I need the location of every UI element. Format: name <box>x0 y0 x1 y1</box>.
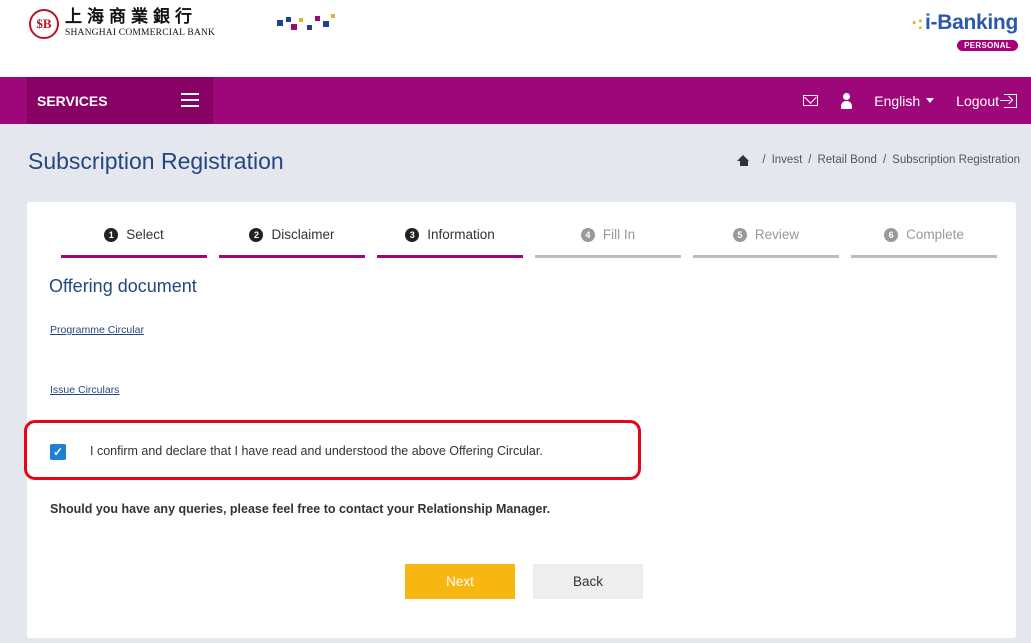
contact-note: Should you have any queries, please feel… <box>50 502 551 516</box>
bank-logo-mark: $B <box>29 9 59 39</box>
step-disclaimer: 2 Disclaimer <box>219 214 365 258</box>
programme-circular-link[interactable]: Programme Circular <box>50 324 144 336</box>
step-number-badge: 5 <box>732 227 747 242</box>
ibanking-badge: PERSONAL <box>957 40 1018 51</box>
user-icon <box>840 92 853 109</box>
bank-logo[interactable]: $B 上海商業銀行 SHANGHAI COMMERCIAL BANK <box>29 9 215 39</box>
main-navbar: SERVICES English Logout <box>0 77 1031 124</box>
logout-icon <box>1000 93 1017 108</box>
bank-name-chinese: 上海商業銀行 <box>65 7 197 28</box>
page-title: Subscription Registration <box>28 148 284 174</box>
logout-label: Logout <box>956 92 999 109</box>
step-review: 5 Review <box>693 214 839 258</box>
step-label: Fill In <box>602 227 636 242</box>
step-label: Select <box>126 227 164 242</box>
menu-icon[interactable] <box>181 93 199 107</box>
confirm-statement: I confirm and declare that I have read a… <box>90 444 543 458</box>
issue-circulars-link[interactable]: Issue Circulars <box>50 384 119 396</box>
breadcrumb-item-retail-bond[interactable]: Retail Bond <box>817 154 876 166</box>
breadcrumb-item-invest[interactable]: Invest <box>772 154 803 166</box>
step-number-badge: 6 <box>884 227 899 242</box>
step-number-badge: 1 <box>104 227 119 242</box>
bank-name-english: SHANGHAI COMMERCIAL BANK <box>65 28 216 39</box>
mail-icon <box>803 95 819 106</box>
ibanking-dots-icon: ·: <box>911 13 924 33</box>
logout-button[interactable]: Logout <box>956 93 1017 109</box>
section-title-offering-document: Offering document <box>49 276 197 296</box>
caret-down-icon <box>926 98 935 103</box>
services-label: SERVICES <box>37 92 108 109</box>
checkmark-icon: ✓ <box>52 445 64 459</box>
step-label: Complete <box>906 227 964 242</box>
step-select: 1 Select <box>61 214 207 258</box>
step-information: 3 Information <box>377 214 523 258</box>
confirm-checkbox[interactable]: ✓ <box>50 444 66 460</box>
back-button[interactable]: Back <box>533 564 643 599</box>
language-label: English <box>874 92 921 109</box>
ibanking-logo: ·:i-Banking PERSONAL <box>912 11 1018 53</box>
step-label: Review <box>754 227 800 242</box>
next-button[interactable]: Next <box>405 564 515 599</box>
step-label: Information <box>427 227 495 242</box>
breadcrumb: / Invest / Retail Bond / Subscription Re… <box>737 154 1020 166</box>
step-number-badge: 4 <box>580 227 595 242</box>
step-fill-in: 4 Fill In <box>535 214 681 258</box>
main-card: 1 Select 2 Disclaimer 3 Information 4 Fi… <box>24 202 1016 638</box>
top-header: $B 上海商業銀行 SHANGHAI COMMERCIAL BANK ·:i-B… <box>0 0 1031 77</box>
home-icon[interactable] <box>737 154 750 166</box>
step-label: Disclaimer <box>271 227 335 242</box>
breadcrumb-item-current: Subscription Registration <box>892 154 1020 166</box>
decorative-dots-logo <box>277 14 337 32</box>
services-menu-button[interactable]: SERVICES <box>27 77 213 124</box>
step-complete: 6 Complete <box>851 214 997 258</box>
ibanking-title: i-Banking <box>925 11 1018 34</box>
step-number-badge: 3 <box>405 227 420 242</box>
step-number-badge: 2 <box>249 227 264 242</box>
messages-button[interactable] <box>803 95 819 106</box>
profile-button[interactable] <box>840 92 853 109</box>
progress-steps: 1 Select 2 Disclaimer 3 Information 4 Fi… <box>61 214 997 262</box>
language-dropdown[interactable]: English <box>874 92 935 109</box>
